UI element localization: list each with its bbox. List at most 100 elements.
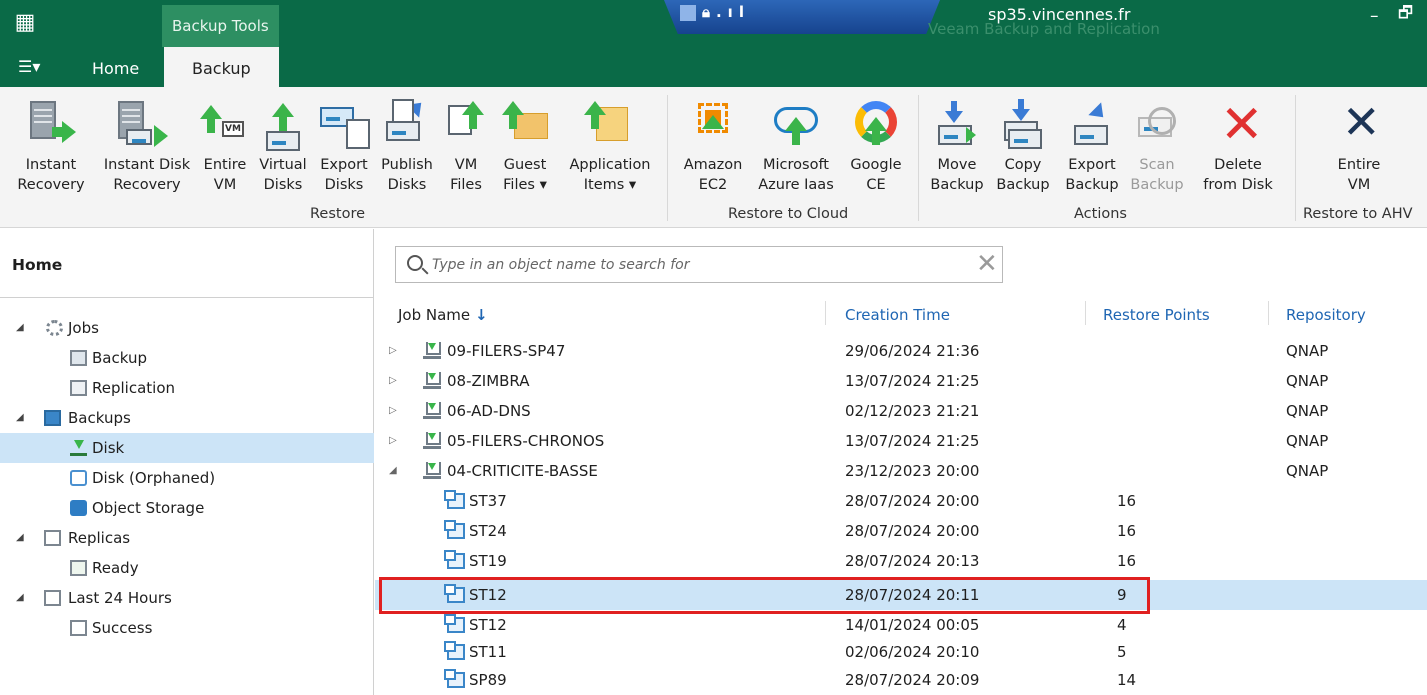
table-row[interactable]: SP89 28/07/2024 20:09 14 [375, 665, 1427, 695]
replicas-icon [44, 530, 61, 546]
collapse-toggle[interactable]: ◢ [16, 583, 24, 613]
last-24-hours-icon [44, 590, 61, 606]
table-row[interactable]: ▷ 08-ZIMBRA 13/07/2024 21:25 QNAP [375, 366, 1427, 396]
amazon-ec2-button[interactable]: Amazon EC2 [676, 87, 750, 205]
veeam-logo-icon[interactable]: ▦ [10, 8, 40, 38]
table-row[interactable]: ST12 14/01/2024 00:05 4 [375, 610, 1427, 640]
entire-vm-button[interactable]: VM Entire VM [198, 87, 252, 205]
expand-toggle[interactable]: ▷ [389, 336, 397, 366]
server-disk-arrow-icon [94, 95, 200, 155]
google-ce-button[interactable]: Google CE [842, 87, 910, 205]
scan-backup-icon [1128, 95, 1186, 155]
guest-files-icon [492, 95, 558, 155]
collapse-toggle[interactable]: ◢ [16, 403, 24, 433]
publish-disks-button[interactable]: Publish Disks [374, 87, 440, 205]
search-input[interactable] [432, 253, 952, 277]
column-header-restore-points[interactable]: Restore Points [1103, 306, 1210, 324]
table-row[interactable]: ST19 28/07/2024 20:13 16 [375, 546, 1427, 576]
expand-toggle[interactable]: ▷ [389, 366, 397, 396]
tree-item-last-24-hours[interactable]: ◢ Last 24 Hours [0, 583, 374, 613]
expand-toggle[interactable]: ▷ [389, 396, 397, 426]
backups-icon [44, 410, 61, 426]
ribbon-separator [1295, 95, 1296, 221]
move-backup-icon [926, 95, 988, 155]
object-storage-icon [70, 500, 87, 516]
table-row[interactable]: ▷ 09-FILERS-SP47 29/06/2024 21:36 QNAP [375, 336, 1427, 366]
tab-home[interactable]: Home [92, 59, 139, 78]
backup-job-icon [423, 432, 441, 449]
table-row[interactable]: ST24 28/07/2024 20:00 16 [375, 516, 1427, 546]
table-row[interactable]: ST11 02/06/2024 20:10 5 [375, 637, 1427, 667]
title-bar: ▦ Backup Tools 🔒︎.ıl Veeam Backup and Re… [0, 0, 1427, 47]
vm-restore-icon: VM [198, 95, 252, 155]
collapse-toggle[interactable]: ◢ [389, 456, 397, 486]
tab-backup[interactable]: Backup [164, 47, 279, 88]
server-name: sp35.vincennes.fr [988, 5, 1131, 24]
tree-item-replicas[interactable]: ◢ Replicas [0, 523, 374, 553]
copy-backup-icon [990, 95, 1056, 155]
ribbon-group-restore-to-ahv: Restore to AHV [1303, 206, 1413, 222]
backup-job-icon [423, 372, 441, 389]
tree-item-object-storage[interactable]: Object Storage [0, 493, 374, 523]
server-arrow-icon [8, 95, 94, 155]
search-box[interactable]: ✕ [395, 246, 1003, 283]
tree-item-replication[interactable]: Replication [0, 373, 374, 403]
publish-disk-icon [374, 95, 440, 155]
search-icon [407, 255, 423, 271]
instant-recovery-button[interactable]: Instant Recovery [8, 87, 94, 205]
table-row[interactable]: ▷ 06-AD-DNS 02/12/2023 21:21 QNAP [375, 396, 1427, 426]
connection-icons: 🔒︎.ıl [680, 3, 750, 21]
tree-item-success[interactable]: Success [0, 613, 374, 643]
ahv-entire-vm-button[interactable]: ✕ Entire VM [1318, 87, 1400, 205]
column-divider[interactable] [825, 301, 826, 325]
export-backup-icon [1058, 95, 1126, 155]
vm-files-button[interactable]: VM Files [440, 87, 492, 205]
export-disks-button[interactable]: Export Disks [314, 87, 374, 205]
guest-files-button[interactable]: Guest Files ▾ [492, 87, 558, 205]
vm-icon [444, 614, 465, 633]
microsoft-azure-iaas-button[interactable]: Microsoft Azure Iaas [752, 87, 840, 205]
ribbon-group-restore: Restore [310, 206, 366, 222]
copy-backup-button[interactable]: Copy Backup [990, 87, 1056, 205]
clear-search-button[interactable]: ✕ [976, 249, 998, 279]
restore-window-button[interactable]: 🗗 [1398, 2, 1413, 29]
lock-icon: 🔒︎ [702, 3, 716, 21]
collapse-toggle[interactable]: ◢ [16, 523, 24, 553]
collapse-toggle[interactable]: ◢ [16, 313, 24, 343]
virtual-disks-button[interactable]: Virtual Disks [252, 87, 314, 205]
tree-item-backup[interactable]: Backup [0, 343, 374, 373]
delete-icon: ✕ [1220, 95, 1264, 155]
ribbon-separator [918, 95, 919, 221]
column-divider[interactable] [1085, 301, 1086, 325]
column-header-repository[interactable]: Repository [1286, 306, 1366, 324]
tree-item-backups[interactable]: ◢ Backups [0, 403, 374, 433]
disk-orphaned-icon [70, 470, 87, 486]
pin-icon[interactable] [680, 4, 696, 21]
column-header-job-name[interactable]: Job Name ↓ [398, 306, 488, 324]
contextual-tab-backup-tools[interactable]: Backup Tools [162, 5, 279, 47]
vm-icon [444, 550, 465, 569]
table-row[interactable]: ▷ 05-FILERS-CHRONOS 13/07/2024 21:25 QNA… [375, 426, 1427, 456]
minimize-button[interactable]: – [1370, 6, 1379, 26]
vm-files-icon [440, 95, 492, 155]
move-backup-button[interactable]: Move Backup [926, 87, 988, 205]
tree-item-disk[interactable]: Disk [0, 433, 374, 463]
delete-from-disk-button[interactable]: ✕ Delete from Disk [1188, 87, 1288, 205]
instant-disk-recovery-button[interactable]: Instant Disk Recovery [94, 87, 200, 205]
application-items-icon [558, 95, 662, 155]
table-row[interactable]: ◢ 04-CRITICITE-BASSE 23/12/2023 20:00 QN… [375, 456, 1427, 486]
table-row[interactable]: ST37 28/07/2024 20:00 16 [375, 486, 1427, 516]
expand-toggle[interactable]: ▷ [389, 426, 397, 456]
column-header-creation-time[interactable]: Creation Time [845, 306, 950, 324]
tree-item-jobs[interactable]: ◢ Jobs [0, 313, 374, 343]
export-backup-button[interactable]: Export Backup [1058, 87, 1126, 205]
application-items-button[interactable]: Application Items ▾ [558, 87, 662, 205]
column-divider[interactable] [1268, 301, 1269, 325]
scan-backup-button[interactable]: Scan Backup [1128, 87, 1186, 205]
main-menu-button[interactable]: ☰▾ [18, 57, 40, 76]
tree-item-ready[interactable]: Ready [0, 553, 374, 583]
tree-item-disk-orphaned[interactable]: Disk (Orphaned) [0, 463, 374, 493]
backup-job-icon [70, 350, 87, 366]
export-disk-icon [314, 95, 374, 155]
disk-icon [70, 440, 87, 456]
